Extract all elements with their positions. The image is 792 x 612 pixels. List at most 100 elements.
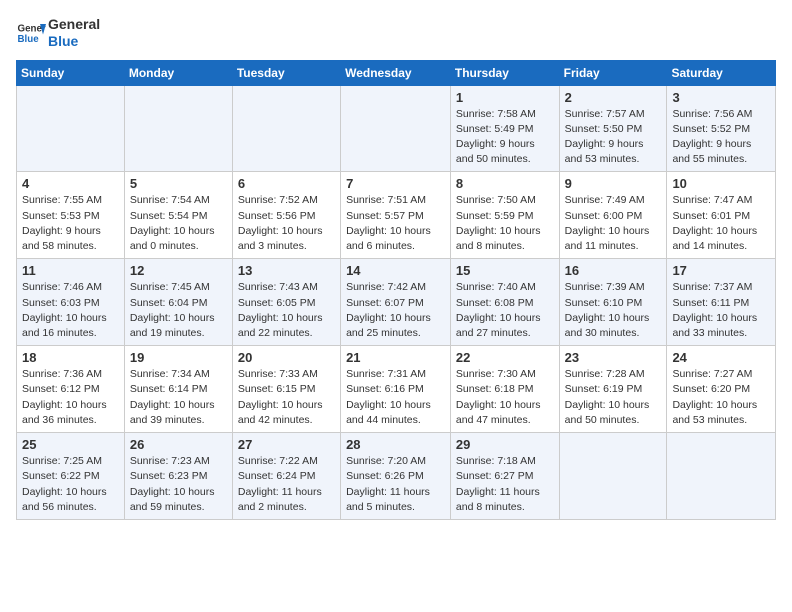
- day-number: 23: [565, 350, 662, 365]
- column-header-thursday: Thursday: [450, 60, 559, 85]
- day-cell: 2 Sunrise: 7:57 AMSunset: 5:50 PMDaylight…: [559, 85, 667, 172]
- day-number: 26: [130, 437, 227, 452]
- day-info: Sunrise: 7:58 AMSunset: 5:49 PMDaylight:…: [456, 107, 554, 168]
- day-number: 8: [456, 176, 554, 191]
- day-cell: [232, 85, 340, 172]
- day-info: Sunrise: 7:31 AMSunset: 6:16 PMDaylight:…: [346, 367, 445, 428]
- calendar-table: SundayMondayTuesdayWednesdayThursdayFrid…: [16, 60, 776, 520]
- day-info: Sunrise: 7:47 AMSunset: 6:01 PMDaylight:…: [672, 193, 770, 254]
- calendar-header-row: SundayMondayTuesdayWednesdayThursdayFrid…: [17, 60, 776, 85]
- day-number: 28: [346, 437, 445, 452]
- day-number: 14: [346, 263, 445, 278]
- logo-blue: Blue: [48, 33, 100, 50]
- day-number: 16: [565, 263, 662, 278]
- day-cell: 4 Sunrise: 7:55 AMSunset: 5:53 PMDaylight…: [17, 172, 125, 259]
- day-info: Sunrise: 7:50 AMSunset: 5:59 PMDaylight:…: [456, 193, 554, 254]
- day-cell: 8 Sunrise: 7:50 AMSunset: 5:59 PMDaylight…: [450, 172, 559, 259]
- day-info: Sunrise: 7:52 AMSunset: 5:56 PMDaylight:…: [238, 193, 335, 254]
- day-info: Sunrise: 7:30 AMSunset: 6:18 PMDaylight:…: [456, 367, 554, 428]
- day-info: Sunrise: 7:22 AMSunset: 6:24 PMDaylight:…: [238, 454, 335, 515]
- day-cell: 28 Sunrise: 7:20 AMSunset: 6:26 PMDayligh…: [341, 433, 451, 520]
- svg-text:Blue: Blue: [18, 34, 40, 45]
- day-number: 15: [456, 263, 554, 278]
- day-info: Sunrise: 7:54 AMSunset: 5:54 PMDaylight:…: [130, 193, 227, 254]
- day-cell: 22 Sunrise: 7:30 AMSunset: 6:18 PMDayligh…: [450, 346, 559, 433]
- day-cell: 25 Sunrise: 7:25 AMSunset: 6:22 PMDayligh…: [17, 433, 125, 520]
- day-cell: 5Sunrise: 7:54 AMSunset: 5:54 PMDaylight…: [124, 172, 232, 259]
- day-cell: 17 Sunrise: 7:37 AMSunset: 6:11 PMDayligh…: [667, 259, 776, 346]
- day-info: Sunrise: 7:56 AMSunset: 5:52 PMDaylight:…: [672, 107, 770, 168]
- day-number: 11: [22, 263, 119, 278]
- column-header-saturday: Saturday: [667, 60, 776, 85]
- column-header-monday: Monday: [124, 60, 232, 85]
- day-info: Sunrise: 7:36 AMSunset: 6:12 PMDaylight:…: [22, 367, 119, 428]
- day-cell: 1 Sunrise: 7:58 AMSunset: 5:49 PMDaylight…: [450, 85, 559, 172]
- day-info: Sunrise: 7:23 AMSunset: 6:23 PMDaylight:…: [130, 454, 227, 515]
- day-cell: 16 Sunrise: 7:39 AMSunset: 6:10 PMDayligh…: [559, 259, 667, 346]
- day-cell: 18 Sunrise: 7:36 AMSunset: 6:12 PMDayligh…: [17, 346, 125, 433]
- day-cell: 15 Sunrise: 7:40 AMSunset: 6:08 PMDayligh…: [450, 259, 559, 346]
- day-number: 2: [565, 90, 662, 105]
- day-cell: 6 Sunrise: 7:52 AMSunset: 5:56 PMDaylight…: [232, 172, 340, 259]
- day-number: 17: [672, 263, 770, 278]
- day-number: 24: [672, 350, 770, 365]
- day-cell: 20Sunrise: 7:33 AMSunset: 6:15 PMDayligh…: [232, 346, 340, 433]
- day-number: 7: [346, 176, 445, 191]
- day-number: 29: [456, 437, 554, 452]
- day-cell: 13Sunrise: 7:43 AMSunset: 6:05 PMDayligh…: [232, 259, 340, 346]
- logo: General Blue General Blue: [16, 16, 100, 50]
- day-number: 13: [238, 263, 335, 278]
- week-row-4: 18 Sunrise: 7:36 AMSunset: 6:12 PMDayligh…: [17, 346, 776, 433]
- week-row-1: 1 Sunrise: 7:58 AMSunset: 5:49 PMDaylight…: [17, 85, 776, 172]
- day-cell: 3Sunrise: 7:56 AMSunset: 5:52 PMDaylight…: [667, 85, 776, 172]
- day-info: Sunrise: 7:42 AMSunset: 6:07 PMDaylight:…: [346, 280, 445, 341]
- day-number: 22: [456, 350, 554, 365]
- day-info: Sunrise: 7:39 AMSunset: 6:10 PMDaylight:…: [565, 280, 662, 341]
- page-header: General Blue General Blue: [16, 16, 776, 50]
- day-cell: [667, 433, 776, 520]
- day-cell: 12 Sunrise: 7:45 AMSunset: 6:04 PMDayligh…: [124, 259, 232, 346]
- day-number: 25: [22, 437, 119, 452]
- day-number: 18: [22, 350, 119, 365]
- day-number: 12: [130, 263, 227, 278]
- day-cell: 21 Sunrise: 7:31 AMSunset: 6:16 PMDayligh…: [341, 346, 451, 433]
- day-cell: 10 Sunrise: 7:47 AMSunset: 6:01 PMDayligh…: [667, 172, 776, 259]
- day-info: Sunrise: 7:40 AMSunset: 6:08 PMDaylight:…: [456, 280, 554, 341]
- day-number: 10: [672, 176, 770, 191]
- day-info: Sunrise: 7:27 AMSunset: 6:20 PMDaylight:…: [672, 367, 770, 428]
- day-info: Sunrise: 7:37 AMSunset: 6:11 PMDaylight:…: [672, 280, 770, 341]
- week-row-3: 11 Sunrise: 7:46 AMSunset: 6:03 PMDayligh…: [17, 259, 776, 346]
- day-info: Sunrise: 7:55 AMSunset: 5:53 PMDaylight:…: [22, 193, 119, 254]
- column-header-tuesday: Tuesday: [232, 60, 340, 85]
- day-cell: 14 Sunrise: 7:42 AMSunset: 6:07 PMDayligh…: [341, 259, 451, 346]
- day-info: Sunrise: 7:20 AMSunset: 6:26 PMDaylight:…: [346, 454, 445, 515]
- day-number: 9: [565, 176, 662, 191]
- column-header-wednesday: Wednesday: [341, 60, 451, 85]
- day-cell: 7Sunrise: 7:51 AMSunset: 5:57 PMDaylight…: [341, 172, 451, 259]
- day-number: 20: [238, 350, 335, 365]
- day-number: 27: [238, 437, 335, 452]
- day-number: 21: [346, 350, 445, 365]
- day-cell: 9 Sunrise: 7:49 AMSunset: 6:00 PMDaylight…: [559, 172, 667, 259]
- column-header-sunday: Sunday: [17, 60, 125, 85]
- day-cell: [559, 433, 667, 520]
- day-info: Sunrise: 7:18 AMSunset: 6:27 PMDaylight:…: [456, 454, 554, 515]
- day-cell: [17, 85, 125, 172]
- week-row-2: 4 Sunrise: 7:55 AMSunset: 5:53 PMDaylight…: [17, 172, 776, 259]
- day-info: Sunrise: 7:46 AMSunset: 6:03 PMDaylight:…: [22, 280, 119, 341]
- day-cell: 11 Sunrise: 7:46 AMSunset: 6:03 PMDayligh…: [17, 259, 125, 346]
- day-cell: 24 Sunrise: 7:27 AMSunset: 6:20 PMDayligh…: [667, 346, 776, 433]
- logo-icon: General Blue: [16, 18, 46, 48]
- column-header-friday: Friday: [559, 60, 667, 85]
- day-info: Sunrise: 7:45 AMSunset: 6:04 PMDaylight:…: [130, 280, 227, 341]
- day-info: Sunrise: 7:25 AMSunset: 6:22 PMDaylight:…: [22, 454, 119, 515]
- day-number: 4: [22, 176, 119, 191]
- day-cell: 27 Sunrise: 7:22 AMSunset: 6:24 PMDayligh…: [232, 433, 340, 520]
- day-info: Sunrise: 7:28 AMSunset: 6:19 PMDaylight:…: [565, 367, 662, 428]
- day-info: Sunrise: 7:49 AMSunset: 6:00 PMDaylight:…: [565, 193, 662, 254]
- day-cell: [341, 85, 451, 172]
- day-info: Sunrise: 7:57 AMSunset: 5:50 PMDaylight:…: [565, 107, 662, 168]
- day-cell: 29 Sunrise: 7:18 AMSunset: 6:27 PMDayligh…: [450, 433, 559, 520]
- day-number: 1: [456, 90, 554, 105]
- day-number: 6: [238, 176, 335, 191]
